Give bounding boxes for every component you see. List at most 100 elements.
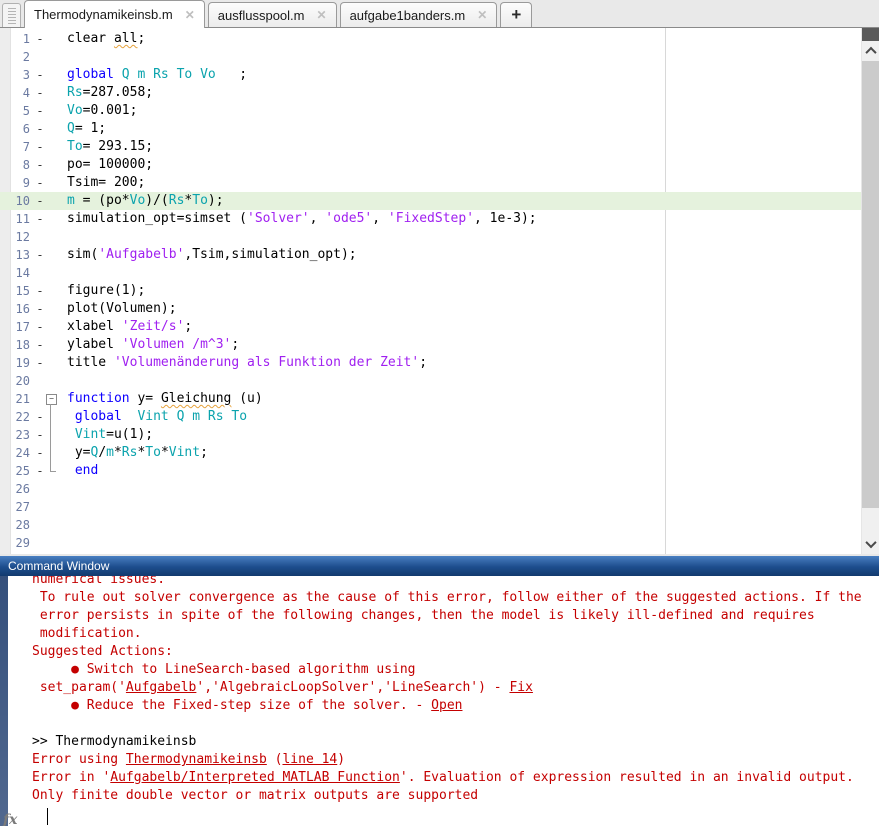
code-line[interactable]: 2 (0, 48, 861, 66)
code-line[interactable]: 22- global Vint Q m Rs To (0, 408, 861, 426)
command-output: numerical issues. To rule out solver con… (0, 576, 871, 805)
error-link[interactable]: line 14 (282, 752, 337, 767)
chevron-down-icon (865, 537, 876, 548)
error-link[interactable]: Aufgabelb/Interpreted MATLAB Function (110, 770, 400, 785)
text-token: >> Thermodynamikeinsb (32, 734, 196, 749)
text-token: ( (267, 752, 283, 767)
matlab-editor-window: Thermodynamikeinsb.m ✕ ausflusspool.m ✕ … (0, 0, 879, 826)
code-fold-toggle[interactable]: − (46, 394, 57, 405)
code-line[interactable]: 23- Vint=u(1); (0, 426, 861, 444)
code-line[interactable]: 9-Tsim= 200; (0, 174, 861, 192)
code-line[interactable]: 27 (0, 498, 861, 516)
line-number: 22 (0, 410, 32, 424)
code-line[interactable]: 6-Q= 1; (0, 120, 861, 138)
line-number: 24 (0, 446, 32, 460)
close-icon[interactable]: ✕ (185, 8, 195, 22)
close-icon[interactable]: ✕ (477, 8, 487, 22)
command-output-line: modification. (32, 625, 871, 643)
command-window-title: Command Window (8, 559, 109, 573)
line-number: 26 (0, 482, 32, 496)
code-line[interactable]: 11-simulation_opt=simset ('Solver', 'ode… (0, 210, 861, 228)
code-line[interactable]: 4-Rs=287.058; (0, 84, 861, 102)
code-line[interactable]: 28 (0, 516, 861, 534)
text-token: , 1e-3); (474, 211, 537, 226)
scroll-up-button[interactable] (862, 41, 879, 61)
error-link[interactable]: Fix (509, 680, 532, 695)
text-token: Vo (67, 103, 83, 118)
command-output-line: >> Thermodynamikeinsb (32, 733, 871, 751)
error-link[interactable]: Aufgabelb (126, 680, 196, 695)
code-line[interactable]: 7-To= 293.15; (0, 138, 861, 156)
text-token: , (310, 211, 326, 226)
scrollbar-thumb[interactable] (862, 61, 879, 508)
code-line[interactable]: 3-global Q m Rs To Vo ; (0, 66, 861, 84)
code-line[interactable]: 14 (0, 264, 861, 282)
code-line[interactable]: 20 (0, 372, 861, 390)
command-window[interactable]: numerical issues. To rule out solver con… (0, 576, 879, 826)
error-link[interactable]: Thermodynamikeinsb (126, 752, 267, 767)
scroll-down-button[interactable] (862, 534, 879, 554)
text-token: =0.001; (83, 103, 138, 118)
code-line[interactable]: 12 (0, 228, 861, 246)
code-line[interactable]: 8-po= 100000; (0, 156, 861, 174)
code-line[interactable]: 21function y= Gleichung (u) (0, 390, 861, 408)
text-token: Rs (67, 85, 83, 100)
text-token: * (114, 445, 122, 460)
text-token: ; (184, 319, 192, 334)
command-output-line: Only finite double vector or matrix outp… (32, 787, 871, 805)
text-token: = (po* (75, 193, 130, 208)
code-line[interactable]: 18-ylabel 'Volumen /m^3'; (0, 336, 861, 354)
tab-thermodynamikeinsb[interactable]: Thermodynamikeinsb.m ✕ (24, 0, 205, 28)
code-line[interactable]: 15-figure(1); (0, 282, 861, 300)
code-line[interactable]: 5-Vo=0.001; (0, 102, 861, 120)
line-number: 3 (0, 68, 32, 82)
command-output-line: Suggested Actions: (32, 643, 871, 661)
command-output-line: error persists in spite of the following… (32, 607, 871, 625)
code-line[interactable]: 13-sim('Aufgabelb',Tsim,simulation_opt); (0, 246, 861, 264)
text-token: ; (200, 445, 208, 460)
code-line[interactable]: 19-title 'Volumenänderung als Funktion d… (0, 354, 861, 372)
tab-label: Thermodynamikeinsb.m (34, 7, 173, 22)
text-token: 'Zeit/s' (122, 319, 185, 334)
dock-grip-handle[interactable] (2, 3, 21, 27)
error-link[interactable]: Open (431, 698, 462, 713)
text-token: ● Switch to LineSearch-based algorithm u… (32, 662, 416, 677)
text-token: 'Solver' (247, 211, 310, 226)
text-token: ) (337, 752, 345, 767)
close-icon[interactable]: ✕ (317, 8, 327, 22)
text-token: 'FixedStep' (388, 211, 474, 226)
text-token: xlabel (67, 319, 122, 334)
exec-dash: - (32, 428, 48, 442)
code-editor[interactable]: 1-clear all;23-global Q m Rs To Vo ;4-Rs… (0, 28, 879, 556)
code-text: xlabel 'Zeit/s'; (48, 318, 861, 336)
line-number: 7 (0, 140, 32, 154)
code-text: global Q m Rs To Vo ; (48, 66, 861, 84)
command-window-header[interactable]: Command Window (0, 556, 879, 576)
code-line[interactable]: 1-clear all; (0, 30, 861, 48)
code-line[interactable]: 24- y=Q/m*Rs*To*Vint; (0, 444, 861, 462)
exec-dash: - (32, 176, 48, 190)
code-text: m = (po*Vo)/(Rs*To); (48, 192, 861, 210)
code-line[interactable]: 16-plot(Volumen); (0, 300, 861, 318)
code-analyzer-indicator[interactable] (862, 28, 879, 41)
code-line[interactable]: 29 (0, 534, 861, 552)
tab-aufgabe1banders[interactable]: aufgabe1banders.m ✕ (340, 2, 498, 27)
text-token: simulation_opt=simset ( (67, 211, 247, 226)
code-text: plot(Volumen); (48, 300, 861, 318)
fold-guide-line (50, 404, 51, 471)
code-line[interactable]: 10-m = (po*Vo)/(Rs*To); (0, 192, 861, 210)
code-line[interactable]: 17-xlabel 'Zeit/s'; (0, 318, 861, 336)
code-line[interactable]: 25- end (0, 462, 861, 480)
code-line[interactable]: 26 (0, 480, 861, 498)
new-tab-button[interactable]: + (500, 2, 532, 27)
tab-ausflusspool[interactable]: ausflusspool.m ✕ (208, 2, 337, 27)
editor-scrollbar[interactable] (861, 28, 879, 556)
code-text: ylabel 'Volumen /m^3'; (48, 336, 861, 354)
text-token: 'Volumen /m^3' (122, 337, 232, 352)
exec-dash: - (32, 68, 48, 82)
text-token: Vo (130, 193, 146, 208)
code-text: Vo=0.001; (48, 102, 861, 120)
code-text: po= 100000; (48, 156, 861, 174)
text-token: po= 100000; (67, 157, 153, 172)
exec-dash: - (32, 248, 48, 262)
